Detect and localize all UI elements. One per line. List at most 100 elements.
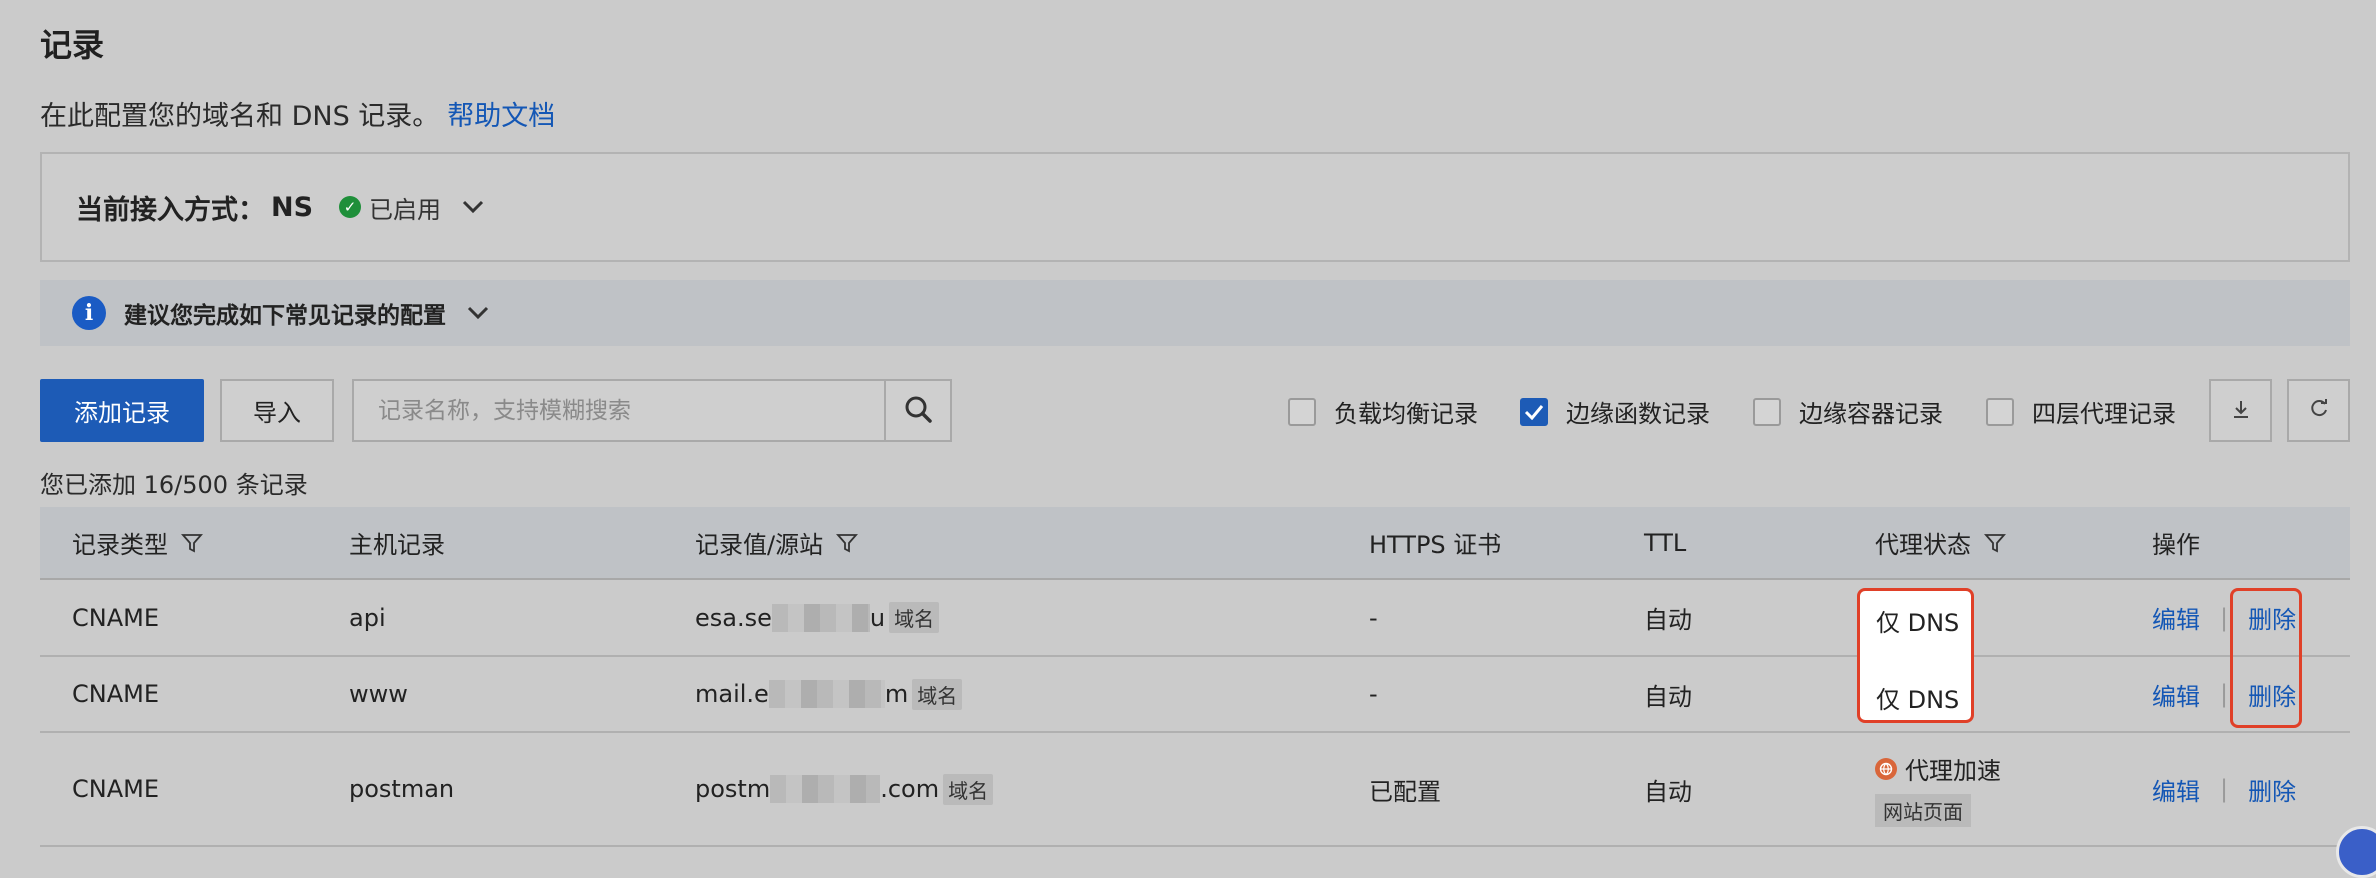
column-label: 代理状态 <box>1875 531 1971 559</box>
edit-link[interactable]: 编辑 <box>2152 677 2200 712</box>
column-label: 操作 <box>2152 531 2200 559</box>
column-label: 记录值/源站 <box>695 531 824 559</box>
record-value: mail.e m 域名 <box>695 657 963 731</box>
edit-link[interactable]: 编辑 <box>2152 600 2200 635</box>
column-header-actions: 操作 <box>2152 507 2200 578</box>
value-type-tag: 域名 <box>943 773 994 805</box>
value-prefix: mail.e <box>695 680 769 708</box>
import-button[interactable]: 导入 <box>220 379 334 442</box>
access-mode-label: 当前接入方式： <box>76 194 265 226</box>
record-value: esa.se u 域名 <box>695 580 940 655</box>
refresh-button[interactable] <box>2287 379 2350 442</box>
access-mode-panel: 当前接入方式： NS ✓ 已启用 <box>40 152 2350 262</box>
proxy-status-label: 仅 DNS <box>1876 686 1960 714</box>
filter-funnel-icon[interactable] <box>1983 531 2007 555</box>
record-type: CNAME <box>72 603 159 632</box>
filter-funnel-icon[interactable] <box>180 531 204 555</box>
recommendation-bar[interactable]: i 建议您完成如下常见记录的配置 <box>40 280 2350 346</box>
action-divider: | <box>2220 603 2229 632</box>
globe-icon <box>1875 757 1897 780</box>
chevron-down-icon[interactable] <box>461 199 485 215</box>
https-cert: 已配置 <box>1369 777 1441 806</box>
column-header-host: 主机记录 <box>349 507 445 578</box>
search-button[interactable] <box>884 379 952 442</box>
value-type-tag: 域名 <box>912 678 963 710</box>
value-suffix: .com <box>880 775 940 803</box>
load-balancing-checkbox[interactable] <box>1288 397 1316 426</box>
column-header-https: HTTPS 证书 <box>1369 507 1501 578</box>
delete-link[interactable]: 删除 <box>2248 772 2296 807</box>
edge-function-checkbox[interactable] <box>1520 397 1548 426</box>
filter-layer4-proxy[interactable]: 四层代理记录 <box>1986 394 2176 429</box>
proxy-status: 代理加速 网站页面 <box>1875 733 2001 845</box>
ttl-value: 自动 <box>1644 606 1692 634</box>
column-label: 主机记录 <box>349 531 445 559</box>
column-label: 记录类型 <box>72 531 168 559</box>
host-record: api <box>349 603 386 632</box>
proxy-label: 代理加速 <box>1905 757 2001 785</box>
redacted-mosaic <box>770 775 881 803</box>
add-record-button[interactable]: 添加记录 <box>40 379 204 442</box>
column-header-ttl: TTL <box>1644 507 1686 578</box>
https-cert: - <box>1369 603 1378 632</box>
row-actions: 编辑 | 删除 <box>2152 733 2296 845</box>
table-row: CNAME postman postm .com 域名 已配置 自动 代理加速 … <box>40 733 2350 847</box>
filter-funnel-icon[interactable] <box>835 531 859 555</box>
recommendation-text: 建议您完成如下常见记录的配置 <box>124 303 446 329</box>
record-type: CNAME <box>72 775 159 803</box>
proxy-accelerate: 代理加速 <box>1875 751 2001 786</box>
filter-label: 负载均衡记录 <box>1334 400 1478 428</box>
redacted-mosaic <box>771 603 870 632</box>
https-cert: - <box>1369 680 1378 708</box>
value-type-tag: 域名 <box>889 602 940 633</box>
record-count: 您已添加 16/500 条记录 <box>40 471 308 499</box>
access-mode-value: NS <box>271 191 314 223</box>
description-text: 在此配置您的域名和 DNS 记录。 <box>40 101 440 132</box>
edge-container-checkbox[interactable] <box>1753 397 1781 426</box>
record-type: CNAME <box>72 680 159 708</box>
value-suffix: m <box>884 680 909 708</box>
value-suffix: u <box>869 603 886 632</box>
filter-load-balancing[interactable]: 负载均衡记录 <box>1288 394 1478 429</box>
column-header-proxy[interactable]: 代理状态 <box>1875 507 2007 578</box>
status-badge: ✓ 已启用 <box>339 190 441 225</box>
check-circle-icon: ✓ <box>339 196 362 218</box>
value-prefix: postm <box>695 775 771 803</box>
layer4-proxy-checkbox[interactable] <box>1986 397 2014 426</box>
page-title: 记录 <box>40 26 105 64</box>
edit-link[interactable]: 编辑 <box>2152 772 2200 807</box>
record-value: postm .com 域名 <box>695 733 994 845</box>
column-header-type[interactable]: 记录类型 <box>72 507 204 578</box>
search-input[interactable] <box>352 379 886 442</box>
action-divider: | <box>2220 775 2229 803</box>
proxy-status-label: 仅 DNS <box>1876 609 1960 637</box>
filter-label: 边缘容器记录 <box>1799 400 1943 428</box>
column-label: HTTPS 证书 <box>1369 531 1502 559</box>
filter-label: 边缘函数记录 <box>1566 400 1710 428</box>
refresh-icon <box>2308 398 2330 424</box>
host-record: postman <box>349 775 455 803</box>
download-button[interactable] <box>2209 379 2272 442</box>
chevron-down-icon[interactable] <box>466 305 490 321</box>
download-icon <box>2230 398 2252 424</box>
info-icon: i <box>72 296 106 330</box>
redacted-mosaic <box>768 680 885 708</box>
proxy-sub-tag: 网站页面 <box>1875 794 1971 827</box>
status-text: 已启用 <box>369 195 442 224</box>
host-record: www <box>349 680 408 708</box>
column-header-value[interactable]: 记录值/源站 <box>695 507 859 578</box>
highlight-delete-actions <box>2230 588 2302 728</box>
filter-label: 四层代理记录 <box>2032 400 2176 428</box>
table-row: CNAME api esa.se u 域名 - 自动 仅 DNS 编辑 | 删除 <box>40 580 2350 657</box>
help-docs-link[interactable]: 帮助文档 <box>447 101 555 132</box>
table-header: 记录类型 主机记录 记录值/源站 HTTPS 证书 TTL 代理状态 操作 <box>40 507 2350 580</box>
search-icon <box>904 395 932 427</box>
column-label: TTL <box>1644 528 1687 557</box>
ttl-value: 自动 <box>1644 777 1692 806</box>
action-divider: | <box>2220 680 2229 708</box>
ttl-value: 自动 <box>1644 682 1692 711</box>
table-row: CNAME www mail.e m 域名 - 自动 仅 DNS 编辑 | 删除 <box>40 657 2350 733</box>
floating-assistant-button[interactable] <box>2336 826 2376 878</box>
filter-edge-function[interactable]: 边缘函数记录 <box>1520 394 1710 429</box>
filter-edge-container[interactable]: 边缘容器记录 <box>1753 394 1943 429</box>
